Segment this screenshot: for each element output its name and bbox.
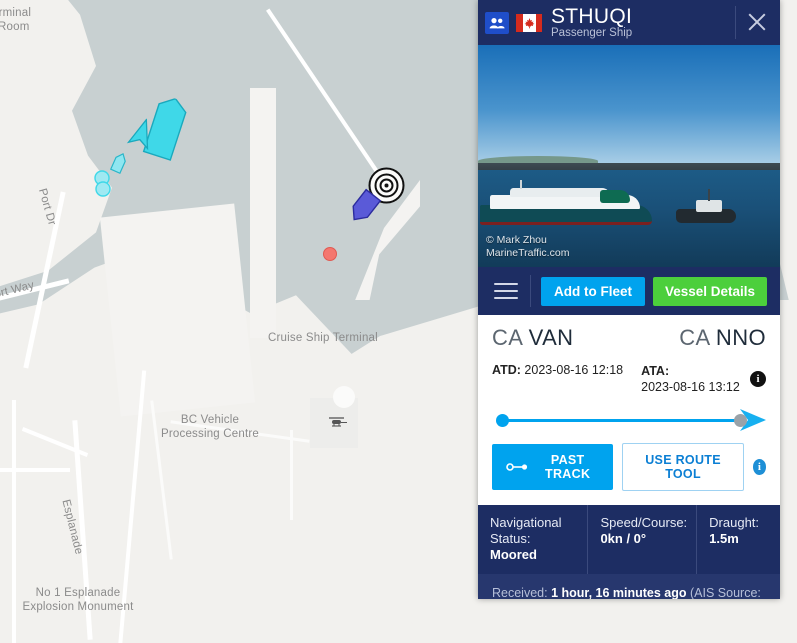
atd-label: ATD: <box>492 363 521 377</box>
photo-credit: © Mark Zhou MarineTraffic.com <box>486 234 569 260</box>
vessel-photo[interactable]: © Mark Zhou MarineTraffic.com <box>478 45 780 267</box>
ata-value: 2023-08-16 13:12 <box>641 380 740 394</box>
origin-port[interactable]: CA VAN <box>492 325 573 351</box>
progress-line <box>504 419 744 422</box>
road-facility-edge <box>290 430 293 520</box>
nav-status-label: Navigational Status: <box>490 515 562 546</box>
destination-port-code: NNO <box>715 325 766 350</box>
voyage-progress-bar <box>492 409 766 431</box>
close-icon[interactable] <box>744 9 770 35</box>
navigation-status-strip: Navigational Status: Moored Speed/Course… <box>478 505 780 574</box>
vessel-info-panel: STHUQI Passenger Ship © Mark Zhou Marine… <box>478 0 780 599</box>
add-to-fleet-button[interactable]: Add to Fleet <box>541 276 645 306</box>
panel-header: STHUQI Passenger Ship <box>478 0 780 45</box>
poi-marker[interactable] <box>323 247 337 261</box>
vessel-name: STHUQI <box>551 4 633 28</box>
origin-port-code: VAN <box>528 325 574 350</box>
track-tools-row: PAST TRACK USE ROUTE TOOL i <box>492 443 767 505</box>
route-info-icon[interactable]: i <box>750 371 766 387</box>
progress-current-position-dot <box>734 414 747 427</box>
ata-label: ATA: <box>641 364 670 378</box>
ais-received-footer: Received: 1 hour, 16 minutes ago (AIS So… <box>478 574 780 599</box>
times-row: ATD: 2023-08-16 12:18 ATA: 2023-08-16 13… <box>492 363 766 395</box>
header-divider <box>735 6 736 39</box>
track-line-icon <box>506 460 528 474</box>
origin-country-code: CA <box>492 325 523 350</box>
speed-course-label: Speed/Course: <box>600 515 688 530</box>
received-label: Received: <box>492 586 548 599</box>
panel-action-bar: Add to Fleet Vessel Details <box>478 267 780 315</box>
route-tool-info-icon[interactable]: i <box>752 459 767 475</box>
bc-vehicle-processing-centre-label: BC Vehicle Processing Centre <box>150 413 270 441</box>
nav-status-cell: Navigational Status: Moored <box>478 505 587 574</box>
road-vertical-west <box>12 400 16 643</box>
road-cross-west <box>0 468 70 472</box>
speed-course-value: 0kn / 0° <box>600 531 647 546</box>
ports-row: CA VAN CA NNO <box>492 325 766 351</box>
source-prefix: (AIS Source: <box>690 586 761 599</box>
speed-course-cell: Speed/Course: 0kn / 0° <box>587 505 696 574</box>
nav-status-value: Moored <box>490 547 537 562</box>
atd-value: 2023-08-16 12:18 <box>524 363 624 377</box>
received-value: 1 hour, 16 minutes ago <box>551 586 687 599</box>
cruise-ship-terminal-label: Cruise Ship Terminal <box>268 332 378 344</box>
helicopter-icon <box>328 415 348 427</box>
draught-cell: Draught: 1.5m <box>696 505 780 574</box>
use-route-tool-button[interactable]: USE ROUTE TOOL <box>622 443 744 491</box>
past-track-label: PAST TRACK <box>545 453 591 481</box>
passengers-icon <box>485 11 509 34</box>
pier-cruise <box>250 88 276 338</box>
hamburger-menu-icon[interactable] <box>494 283 518 299</box>
ata-block: ATA: 2023-08-16 13:12 <box>641 363 740 395</box>
route-section: CA VAN CA NNO ATD: 2023-08-16 12:18 ATA:… <box>478 315 780 505</box>
vessel-details-button[interactable]: Vessel Details <box>653 276 768 306</box>
terminal-label-line1: erminal <box>0 7 32 19</box>
vessel-type: Passenger Ship <box>551 26 633 39</box>
destination-port[interactable]: CA NNO <box>679 325 766 351</box>
canada-flag-icon <box>516 13 542 32</box>
vessel-title-block: STHUQI Passenger Ship <box>551 6 632 40</box>
monument-line1: No 1 Esplanade <box>35 587 121 599</box>
photo-ferry <box>480 180 655 225</box>
terminal-waiting-room-label: erminal Room <box>0 6 62 34</box>
photo-tugboat <box>676 189 736 223</box>
pier-north <box>99 203 256 417</box>
photo-credit-author: © Mark Zhou <box>486 234 547 246</box>
photo-credit-site: MarineTraffic.com <box>486 247 570 259</box>
photo-sky <box>478 45 780 163</box>
atd-block: ATD: 2023-08-16 12:18 <box>492 363 623 377</box>
action-bar-divider <box>530 275 531 307</box>
draught-value: 1.5m <box>709 531 739 546</box>
past-track-button[interactable]: PAST TRACK <box>492 444 614 490</box>
explosion-monument-label: No 1 Esplanade Explosion Monument <box>18 586 138 614</box>
monument-line2: Explosion Monument <box>22 601 134 613</box>
terminal-label-line2: Room <box>0 21 30 33</box>
helipad-circle <box>333 386 355 408</box>
destination-country-code: CA <box>679 325 710 350</box>
bc-vehicle-line2: Processing Centre <box>161 428 259 440</box>
draught-label: Draught: <box>709 515 760 530</box>
map-vessel-circle-b[interactable] <box>95 181 111 197</box>
bc-vehicle-line1: BC Vehicle <box>180 414 240 426</box>
